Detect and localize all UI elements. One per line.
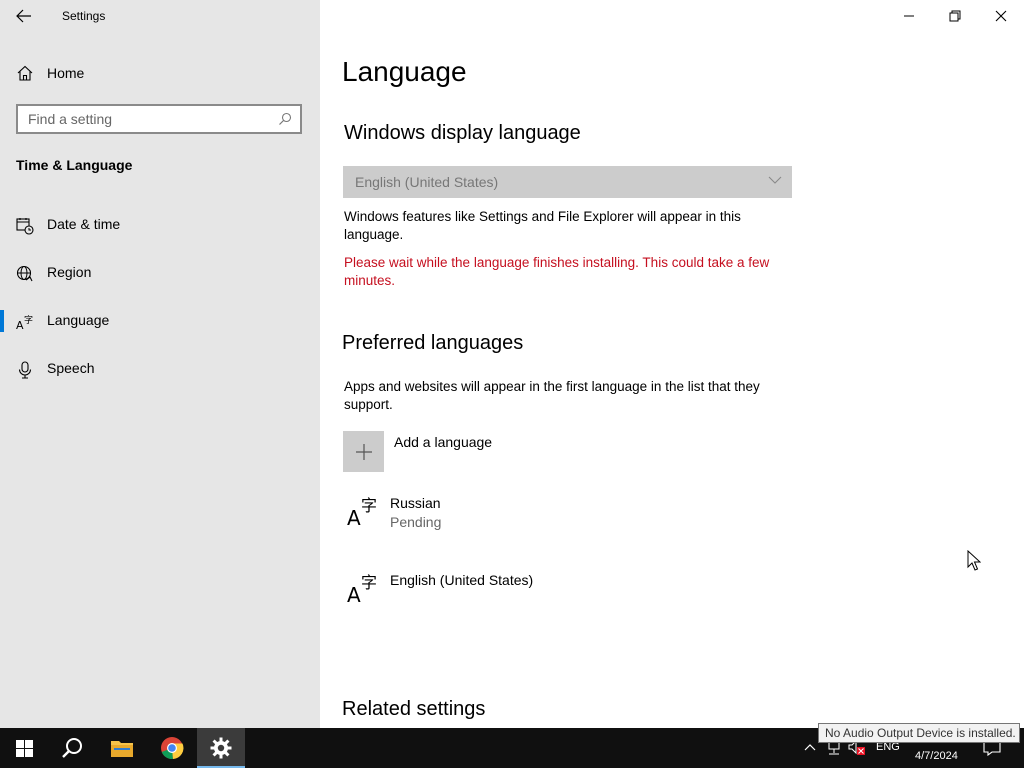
search-icon xyxy=(62,738,82,758)
minimize-button[interactable] xyxy=(886,0,932,32)
sidebar-item-label: Home xyxy=(47,65,85,81)
display-language-select[interactable]: English (United States) xyxy=(343,166,792,198)
language-icon: A 字 xyxy=(347,573,377,607)
display-language-heading: Windows display language xyxy=(344,122,581,144)
sidebar-item-label: Date & time xyxy=(47,216,121,232)
start-button[interactable] xyxy=(0,728,48,768)
windows-logo-icon xyxy=(15,739,33,757)
chevron-down-icon xyxy=(768,176,782,184)
related-settings-heading: Related settings xyxy=(342,698,486,720)
gear-icon xyxy=(210,737,232,759)
language-item-russian[interactable]: A 字 Russian Pending xyxy=(343,494,743,544)
add-language-tile xyxy=(343,431,384,472)
chevron-up-icon[interactable] xyxy=(804,742,816,752)
restore-icon xyxy=(949,10,961,22)
sidebar-item-label: Speech xyxy=(47,360,95,376)
language-icon: A 字 xyxy=(16,314,33,331)
mouse-cursor-icon xyxy=(967,550,981,571)
sidebar-item-home[interactable]: Home xyxy=(0,60,320,86)
microphone-icon xyxy=(18,361,32,379)
search-icon[interactable] xyxy=(278,112,292,126)
display-language-value: English (United States) xyxy=(355,174,499,190)
language-icon: A 字 xyxy=(347,496,377,530)
sidebar-item-speech[interactable]: Speech xyxy=(0,349,320,389)
page-title: Language xyxy=(342,56,467,87)
home-icon xyxy=(17,65,33,81)
close-button[interactable] xyxy=(978,0,1024,32)
language-status: Pending xyxy=(390,514,442,530)
calendar-clock-icon xyxy=(16,218,34,235)
install-warning: Please wait while the language finishes … xyxy=(344,255,770,288)
minimize-icon xyxy=(904,15,914,17)
globe-icon xyxy=(16,265,33,282)
chrome-icon xyxy=(161,737,184,760)
add-language-button[interactable]: Add a language xyxy=(343,430,543,472)
selection-indicator xyxy=(0,310,4,332)
svg-text:A: A xyxy=(16,319,24,331)
language-name: English (United States) xyxy=(390,572,534,588)
app-title: Settings xyxy=(62,9,106,23)
svg-text:字: 字 xyxy=(24,314,33,326)
settings-taskbar-button[interactable] xyxy=(197,728,245,768)
add-language-label: Add a language xyxy=(394,434,493,450)
file-explorer-button[interactable] xyxy=(98,728,146,768)
back-arrow-icon xyxy=(16,9,31,23)
folder-icon xyxy=(111,741,133,757)
clock-date[interactable]: 4/7/2024 xyxy=(915,750,958,762)
sidebar-item-region[interactable]: Region xyxy=(0,253,320,293)
audio-tooltip: No Audio Output Device is installed. xyxy=(818,723,1020,743)
language-item-english-us[interactable]: A 字 English (United States) xyxy=(343,571,743,621)
search-box[interactable] xyxy=(16,104,302,134)
preferred-languages-heading: Preferred languages xyxy=(342,332,524,354)
sidebar: Settings Home Time & Language Date & tim… xyxy=(0,0,320,728)
chrome-button[interactable] xyxy=(148,728,196,768)
svg-text:A: A xyxy=(347,583,361,607)
taskbar-search-button[interactable] xyxy=(48,728,96,768)
sidebar-item-label: Region xyxy=(47,264,92,280)
sidebar-item-date-time[interactable]: Date & time xyxy=(0,205,320,245)
preferred-languages-description: Apps and websites will appear in the fir… xyxy=(344,379,760,412)
language-name: Russian xyxy=(390,495,441,511)
svg-text:字: 字 xyxy=(361,573,377,592)
plus-icon xyxy=(355,443,372,460)
restore-button[interactable] xyxy=(932,0,978,32)
svg-text:字: 字 xyxy=(361,496,377,515)
close-icon xyxy=(995,10,1007,22)
search-input[interactable] xyxy=(28,111,268,127)
sidebar-item-language[interactable]: A 字 Language xyxy=(0,301,320,341)
sidebar-item-label: Language xyxy=(47,312,110,328)
back-button[interactable] xyxy=(8,2,40,30)
svg-text:A: A xyxy=(347,506,361,530)
section-title: Time & Language xyxy=(16,157,133,173)
display-language-description: Windows features like Settings and File … xyxy=(344,209,741,242)
